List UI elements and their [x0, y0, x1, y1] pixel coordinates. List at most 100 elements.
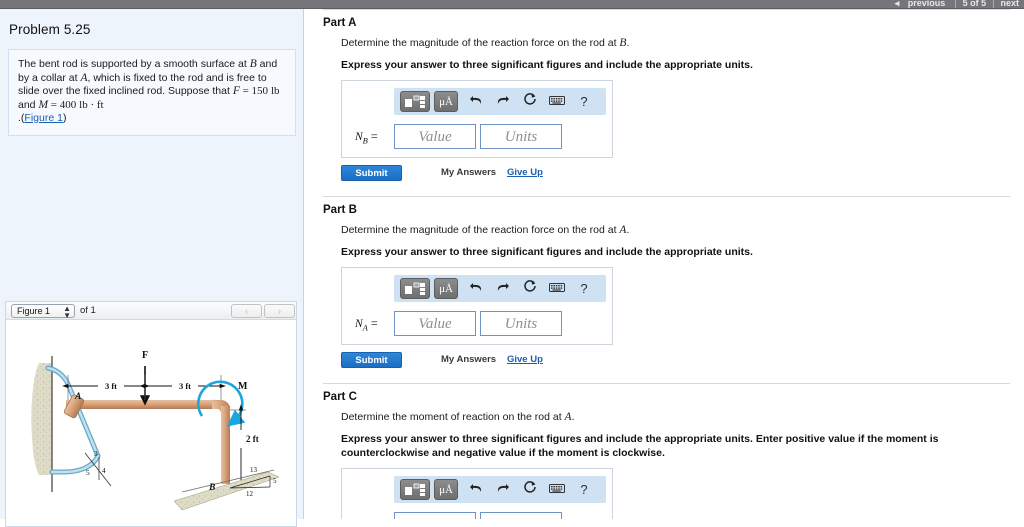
- part-b-give-up-link[interactable]: Give Up: [507, 354, 543, 365]
- figure-count-label: of 1: [80, 305, 96, 316]
- figure-slope-right-side: 5: [273, 477, 277, 485]
- stmt-unit-1: lb: [270, 85, 280, 97]
- page-root: ◂ previous | 5 of 5 | next Problem 5.25 The …: [0, 0, 1024, 527]
- reset-icon[interactable]: [520, 279, 540, 299]
- figure-panel-header: Figure 1 ▲ ▼ of 1 ‹ ›: [6, 302, 296, 320]
- figure-slope-left-top: 3: [94, 449, 98, 458]
- figure-image: F 3 ft 3 ft M 2 ft 13 5 12 3 5 4 A B: [6, 320, 296, 526]
- figure-selector-value: Figure 1: [17, 306, 51, 316]
- stmt-eq-1: = 150: [239, 85, 269, 97]
- part-a-question-post: .: [626, 37, 630, 49]
- part-b-input-row: NA = Value Units: [350, 311, 604, 336]
- part-b-question-pre: Determine the magnitude of the reaction …: [341, 224, 620, 236]
- part-c-question-var: A: [564, 411, 572, 423]
- part-b-submit-button[interactable]: Submit: [341, 352, 402, 368]
- undo-icon[interactable]: [466, 279, 486, 299]
- part-a-answer-box: μÅ ? NB = Value Units: [341, 80, 613, 158]
- problem-sidebar: Problem 5.25 The bent rod is supported b…: [0, 9, 304, 527]
- figure-label-F: F: [142, 350, 148, 361]
- template-grid-icon[interactable]: [400, 278, 430, 299]
- figure-dim-vertical: 2 ft: [246, 434, 259, 444]
- units-icon[interactable]: μÅ: [434, 278, 458, 299]
- part-a-variable-label: NB =: [355, 129, 378, 145]
- part-a-give-up-link[interactable]: Give Up: [507, 167, 543, 178]
- help-icon[interactable]: ?: [574, 92, 594, 112]
- part-c-instruction: Express your answer to three significant…: [341, 433, 939, 459]
- template-grid-icon[interactable]: [400, 479, 430, 500]
- figure-panel: Figure 1 ▲ ▼ of 1 ‹ › F 3 ft 3 ft M 2 ft…: [5, 301, 297, 527]
- previous-label: previous: [907, 0, 946, 8]
- figure-slope-right-top: 13: [250, 466, 258, 474]
- stmt-var-b: B: [249, 58, 257, 70]
- keyboard-icon[interactable]: [547, 92, 567, 112]
- figure-next-button[interactable]: ›: [264, 304, 295, 318]
- problem-parts-container: Part A Determine the magnitude of the re…: [305, 9, 1024, 519]
- problem-statement-text: The bent rod is supported by a smooth su…: [18, 58, 286, 126]
- part-a-var-subscript: B: [362, 135, 368, 146]
- help-icon[interactable]: ?: [574, 279, 594, 299]
- part-a-question-pre: Determine the magnitude of the reaction …: [341, 37, 620, 49]
- part-b-divider: [323, 196, 1010, 197]
- figure-slope-right-bottom: 12: [246, 490, 254, 498]
- part-a-equals: =: [370, 129, 378, 143]
- part-c-question: Determine the moment of reaction on the …: [341, 410, 1024, 424]
- part-a-instruction: Express your answer to three significant…: [341, 59, 753, 71]
- undo-icon[interactable]: [466, 92, 486, 112]
- help-icon[interactable]: ?: [574, 480, 594, 500]
- keyboard-icon[interactable]: [547, 480, 567, 500]
- part-a-title: Part A: [323, 17, 357, 29]
- part-b-variable-label: NA =: [355, 316, 378, 332]
- next-link[interactable]: next: [997, 0, 1022, 8]
- previous-arrow-icon: ◂: [894, 0, 900, 8]
- part-b-toolbar: μÅ ?: [394, 275, 606, 302]
- part-a-value-input[interactable]: Value: [394, 124, 476, 149]
- part-b-my-answers-link[interactable]: My Answers: [441, 354, 496, 365]
- reset-icon[interactable]: [520, 92, 540, 112]
- page-title: Problem 5.25: [9, 22, 91, 37]
- part-a-question: Determine the magnitude of the reaction …: [341, 36, 1024, 50]
- part-a-input-row: NB = Value Units: [350, 124, 604, 149]
- figure-slope-left-side: 5: [86, 468, 90, 477]
- units-icon[interactable]: μÅ: [434, 91, 458, 112]
- figure-selector-dropdown[interactable]: Figure 1 ▲ ▼: [11, 304, 75, 320]
- redo-icon[interactable]: [493, 279, 513, 299]
- figure-1-link[interactable]: Figure 1: [24, 112, 63, 124]
- redo-icon[interactable]: [493, 92, 513, 112]
- part-c-input-row: MA = Value Units: [350, 512, 604, 519]
- part-b-var-symbol: N: [355, 318, 363, 330]
- part-c-toolbar: μÅ ?: [394, 476, 606, 503]
- part-c-title: Part C: [323, 391, 357, 403]
- part-c-question-post: .: [571, 411, 575, 423]
- part-c-units-input[interactable]: Units: [480, 512, 562, 519]
- part-b-var-subscript: A: [362, 322, 368, 333]
- stmt-var-f: F: [232, 85, 240, 97]
- template-grid-icon[interactable]: [400, 91, 430, 112]
- part-c-question-pre: Determine the moment of reaction on the …: [341, 411, 565, 423]
- reset-icon[interactable]: [520, 480, 540, 500]
- figure-dim-left: 3 ft: [105, 381, 117, 391]
- figure-prev-button[interactable]: ‹: [231, 304, 262, 318]
- part-a-submit-button[interactable]: Submit: [341, 165, 402, 181]
- updown-arrows-icon: ▲ ▼: [63, 304, 71, 320]
- part-b-answer-box: μÅ ? NA = Value Units: [341, 267, 613, 345]
- stmt-eq-2: = 400: [48, 98, 77, 111]
- undo-icon[interactable]: [466, 480, 486, 500]
- part-c-section: Part C Determine the moment of reaction …: [305, 383, 1024, 519]
- redo-icon[interactable]: [493, 480, 513, 500]
- part-c-divider: [323, 383, 1010, 384]
- part-a-actions: Submit My Answers Give Up: [341, 165, 613, 183]
- units-icon[interactable]: μÅ: [434, 479, 458, 500]
- part-a-toolbar: μÅ ?: [394, 88, 606, 115]
- keyboard-icon[interactable]: [547, 279, 567, 299]
- previous-link[interactable]: ◂ previous: [889, 0, 952, 8]
- problem-statement-box: The bent rod is supported by a smooth su…: [8, 49, 296, 136]
- part-b-value-input[interactable]: Value: [394, 311, 476, 336]
- part-b-question: Determine the magnitude of the reaction …: [341, 223, 1024, 237]
- figure-label-M: M: [238, 381, 248, 392]
- part-c-value-input[interactable]: Value: [394, 512, 476, 519]
- part-a-my-answers-link[interactable]: My Answers: [441, 167, 496, 178]
- figure-slope-left-bottom: 4: [102, 466, 106, 475]
- part-b-units-input[interactable]: Units: [480, 311, 562, 336]
- top-navigation-bar: ◂ previous | 5 of 5 | next: [0, 0, 1024, 9]
- part-a-units-input[interactable]: Units: [480, 124, 562, 149]
